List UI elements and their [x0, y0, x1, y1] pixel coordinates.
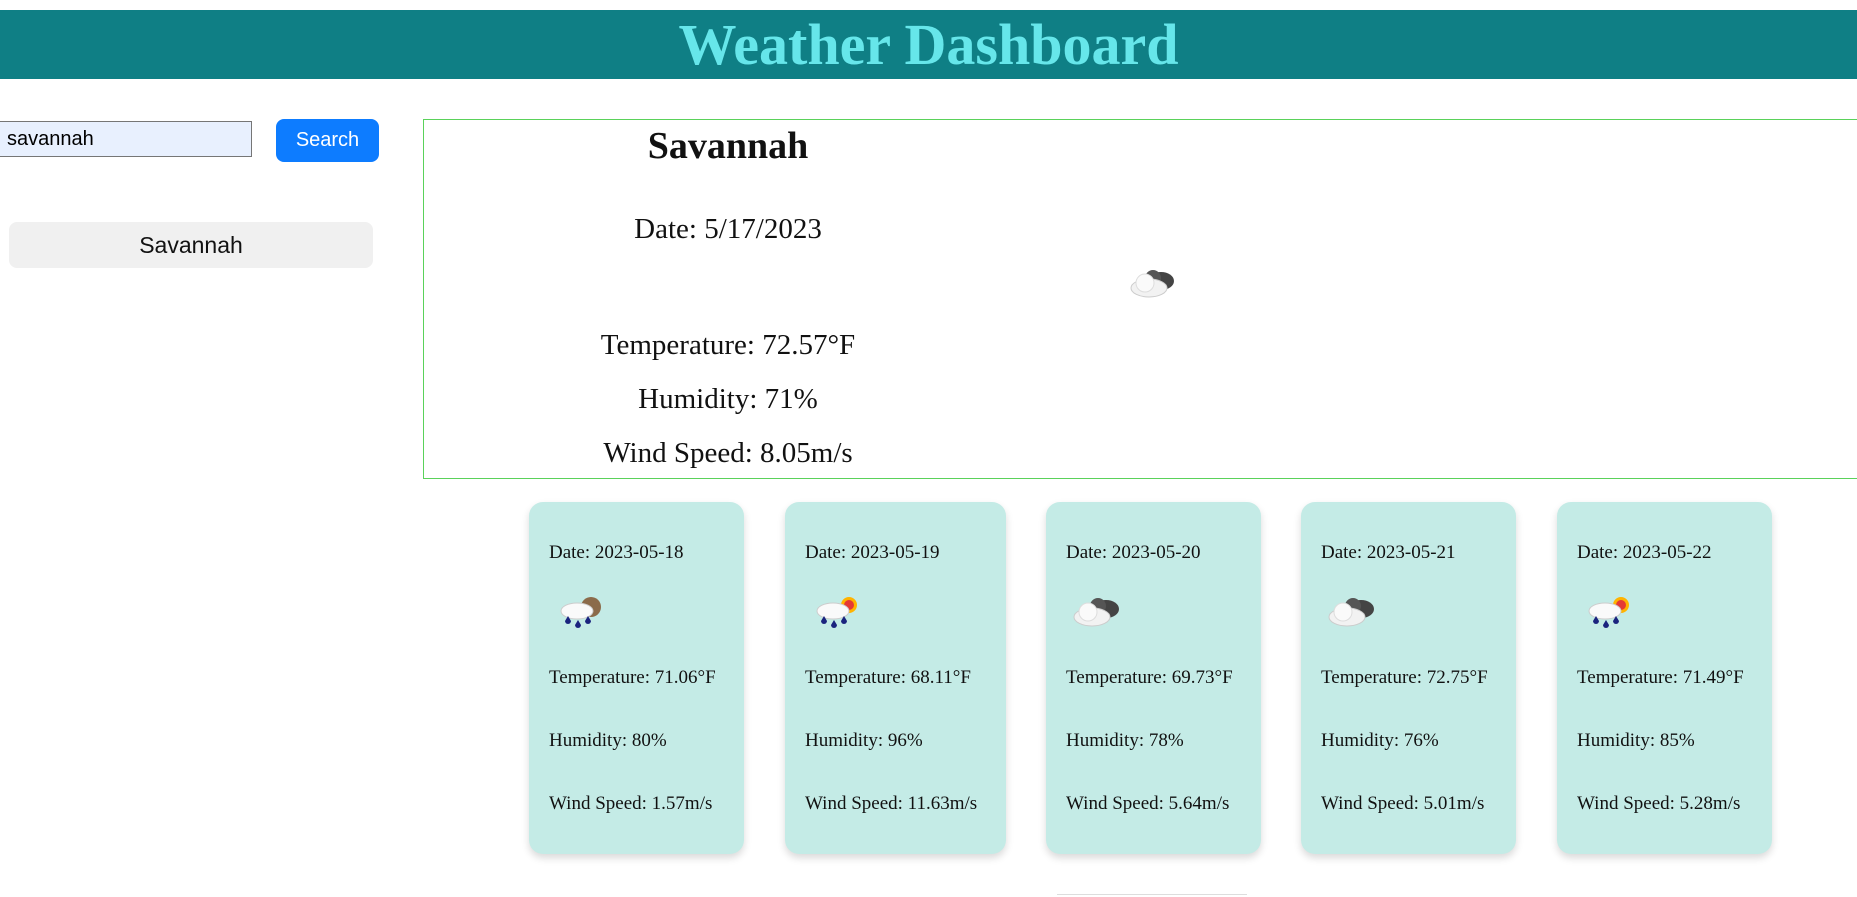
forecast-wind-speed: Wind Speed: 5.28m/s — [1577, 793, 1741, 814]
forecast-humidity: Humidity: 96% — [805, 730, 923, 751]
app-header: Weather Dashboard — [0, 10, 1857, 79]
forecast-date: Date: 2023-05-21 — [1321, 542, 1456, 563]
forecast-date: Date: 2023-05-20 — [1066, 542, 1201, 563]
forecast-temperature: Temperature: 69.73°F — [1066, 667, 1233, 688]
current-temperature: Temperature: 72.57°F — [600, 329, 856, 361]
broken-clouds-icon — [1130, 270, 1174, 298]
forecast-humidity: Humidity: 85% — [1577, 730, 1695, 751]
page-title: Weather Dashboard — [678, 12, 1179, 77]
rain-sun-icon — [816, 597, 857, 628]
current-city: Savannah — [647, 125, 809, 167]
forecast-wind-speed: Wind Speed: 5.64m/s — [1066, 793, 1230, 814]
forecast-wind-speed: Wind Speed: 1.57m/s — [549, 793, 713, 814]
forecast-humidity: Humidity: 80% — [549, 730, 667, 751]
current-date: Date: 5/17/2023 — [634, 213, 822, 245]
forecast-temperature: Temperature: 68.11°F — [805, 667, 971, 688]
divider — [1057, 894, 1247, 895]
broken-clouds-icon — [1328, 598, 1374, 627]
forecast-date: Date: 2023-05-22 — [1577, 542, 1712, 563]
forecast-wind-speed: Wind Speed: 11.63m/s — [805, 793, 978, 814]
forecast-temperature: Temperature: 72.75°F — [1321, 667, 1488, 688]
forecast-date: Date: 2023-05-18 — [549, 542, 684, 563]
current-wind-speed: Wind Speed: 8.05m/s — [603, 437, 853, 469]
current-humidity: Humidity: 71% — [638, 383, 818, 415]
forecast-temperature: Temperature: 71.49°F — [1577, 667, 1744, 688]
forecast-humidity: Humidity: 78% — [1066, 730, 1184, 751]
forecast-wind-speed: Wind Speed: 5.01m/s — [1321, 793, 1485, 814]
forecast-temperature: Temperature: 71.06°F — [549, 667, 716, 688]
broken-clouds-icon — [1073, 598, 1119, 627]
rain-moon-icon — [560, 597, 601, 628]
forecast-humidity: Humidity: 76% — [1321, 730, 1439, 751]
forecast-date: Date: 2023-05-19 — [805, 542, 940, 563]
rain-sun-icon — [1588, 597, 1629, 628]
